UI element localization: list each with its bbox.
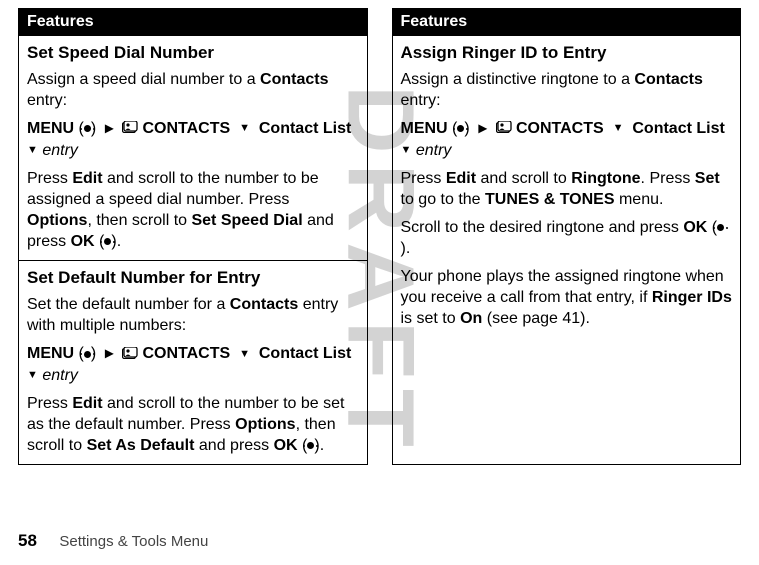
- left-sec2-title: Set Default Number for Entry: [27, 268, 359, 288]
- text: . Press: [641, 170, 695, 187]
- left-sec1-title: Set Speed Dial Number: [27, 43, 359, 63]
- page-footer: 58 Settings & Tools Menu: [18, 531, 208, 551]
- text: is set to: [401, 310, 461, 327]
- center-key-icon: [84, 351, 91, 358]
- right-arrow-icon: ▸: [105, 346, 113, 362]
- down-arrow-icon: ▼: [239, 349, 250, 360]
- down-arrow-icon: ▼: [613, 123, 624, 134]
- center-key-icon: [104, 238, 111, 245]
- contacts-icon: [122, 118, 138, 139]
- right-sec1-title: Assign Ringer ID to Entry: [401, 43, 733, 63]
- contacts-label: CONTACTS: [142, 120, 230, 137]
- ringtone-label: Ringtone: [571, 170, 640, 187]
- tunes-tones-label: TUNES & TONES: [485, 191, 615, 208]
- text: entry:: [401, 92, 441, 109]
- text: (see page 41).: [482, 310, 590, 327]
- text: Press: [27, 395, 72, 412]
- left-sec2-p1: Set the default number for a Contacts en…: [27, 294, 359, 336]
- left-sec2-menu-path: MENU () ▸ CONTACTS ▼ Contact List ▼ entr…: [27, 343, 359, 385]
- set-speed-dial-label: Set Speed Dial: [191, 212, 302, 229]
- ok-label: OK: [274, 437, 298, 454]
- left-sec1-p2: Press Edit and scroll to the number to b…: [27, 168, 359, 252]
- down-arrow-icon: ▼: [27, 370, 38, 381]
- contacts-word: Contacts: [634, 71, 702, 88]
- ringer-ids-label: Ringer IDs: [652, 289, 732, 306]
- contacts-label: CONTACTS: [516, 120, 604, 137]
- center-key-icon: [307, 442, 314, 449]
- contact-list-label: Contact List: [259, 120, 351, 137]
- right-arrow-icon: ▸: [105, 121, 113, 137]
- center-key-icon: [84, 125, 91, 132]
- right-sec1-p3: Scroll to the desired ringtone and press…: [401, 217, 733, 259]
- contacts-word: Contacts: [260, 71, 328, 88]
- right-header: Features: [393, 9, 741, 36]
- left-sec1-p1: Assign a speed dial number to a Contacts…: [27, 69, 359, 111]
- text: Press: [401, 170, 446, 187]
- edit-label: Edit: [446, 170, 476, 187]
- ok-label: OK: [71, 233, 95, 250]
- text: Scroll to the desired ringtone and press: [401, 219, 684, 236]
- left-column: Features Set Speed Dial Number Assign a …: [18, 8, 368, 465]
- menu-label: MENU: [27, 120, 74, 137]
- entry-placeholder: entry: [42, 367, 78, 384]
- text: menu.: [615, 191, 664, 208]
- menu-label: MENU: [401, 120, 448, 137]
- right-sec1-menu-path: MENU () ▸ CONTACTS ▼ Contact List ▼ entr…: [401, 118, 733, 160]
- text: and press: [194, 437, 273, 454]
- right-column: Features Assign Ringer ID to Entry Assig…: [392, 8, 742, 465]
- page-number: 58: [18, 531, 37, 550]
- right-section-1: Assign Ringer ID to Entry Assign a disti…: [393, 36, 741, 337]
- on-label: On: [460, 310, 482, 327]
- down-arrow-icon: ▼: [239, 123, 250, 134]
- right-sec1-p4: Your phone plays the assigned ringtone w…: [401, 266, 733, 329]
- down-arrow-icon: ▼: [27, 145, 38, 156]
- left-sec2-p2: Press Edit and scroll to the number to b…: [27, 393, 359, 456]
- text: , then scroll to: [87, 212, 191, 229]
- edit-label: Edit: [72, 170, 102, 187]
- entry-placeholder: entry: [416, 142, 452, 159]
- contacts-label: CONTACTS: [142, 345, 230, 362]
- content-columns: Features Set Speed Dial Number Assign a …: [18, 8, 741, 465]
- center-key-icon: [717, 224, 724, 231]
- contacts-word: Contacts: [230, 296, 298, 313]
- text: entry:: [27, 92, 67, 109]
- footer-title: Settings & Tools Menu: [59, 533, 208, 550]
- options-label: Options: [235, 416, 295, 433]
- left-section-2: Set Default Number for Entry Set the def…: [19, 261, 367, 464]
- edit-label: Edit: [72, 395, 102, 412]
- left-sec1-menu-path: MENU () ▸ CONTACTS ▼ Contact List ▼ entr…: [27, 118, 359, 160]
- set-label: Set: [695, 170, 720, 187]
- options-label: Options: [27, 212, 87, 229]
- text: Press: [27, 170, 72, 187]
- left-section-1: Set Speed Dial Number Assign a speed dia…: [19, 36, 367, 261]
- contact-list-label: Contact List: [632, 120, 724, 137]
- entry-placeholder: entry: [42, 142, 78, 159]
- set-as-default-label: Set As Default: [87, 437, 195, 454]
- right-sec1-p1: Assign a distinctive ringtone to a Conta…: [401, 69, 733, 111]
- text: and scroll to: [476, 170, 571, 187]
- down-arrow-icon: ▼: [401, 145, 412, 156]
- right-sec1-p2: Press Edit and scroll to Ringtone. Press…: [401, 168, 733, 210]
- text: to go to the: [401, 191, 486, 208]
- menu-label: MENU: [27, 345, 74, 362]
- text: Set the default number for a: [27, 296, 230, 313]
- ok-label: OK: [683, 219, 707, 236]
- text: Assign a distinctive ringtone to a: [401, 71, 635, 88]
- contacts-icon: [122, 344, 138, 365]
- contacts-icon: [496, 118, 512, 139]
- left-header: Features: [19, 9, 367, 36]
- contact-list-label: Contact List: [259, 345, 351, 362]
- center-key-icon: [457, 125, 464, 132]
- text: Assign a speed dial number to a: [27, 71, 260, 88]
- right-arrow-icon: ▸: [479, 121, 487, 137]
